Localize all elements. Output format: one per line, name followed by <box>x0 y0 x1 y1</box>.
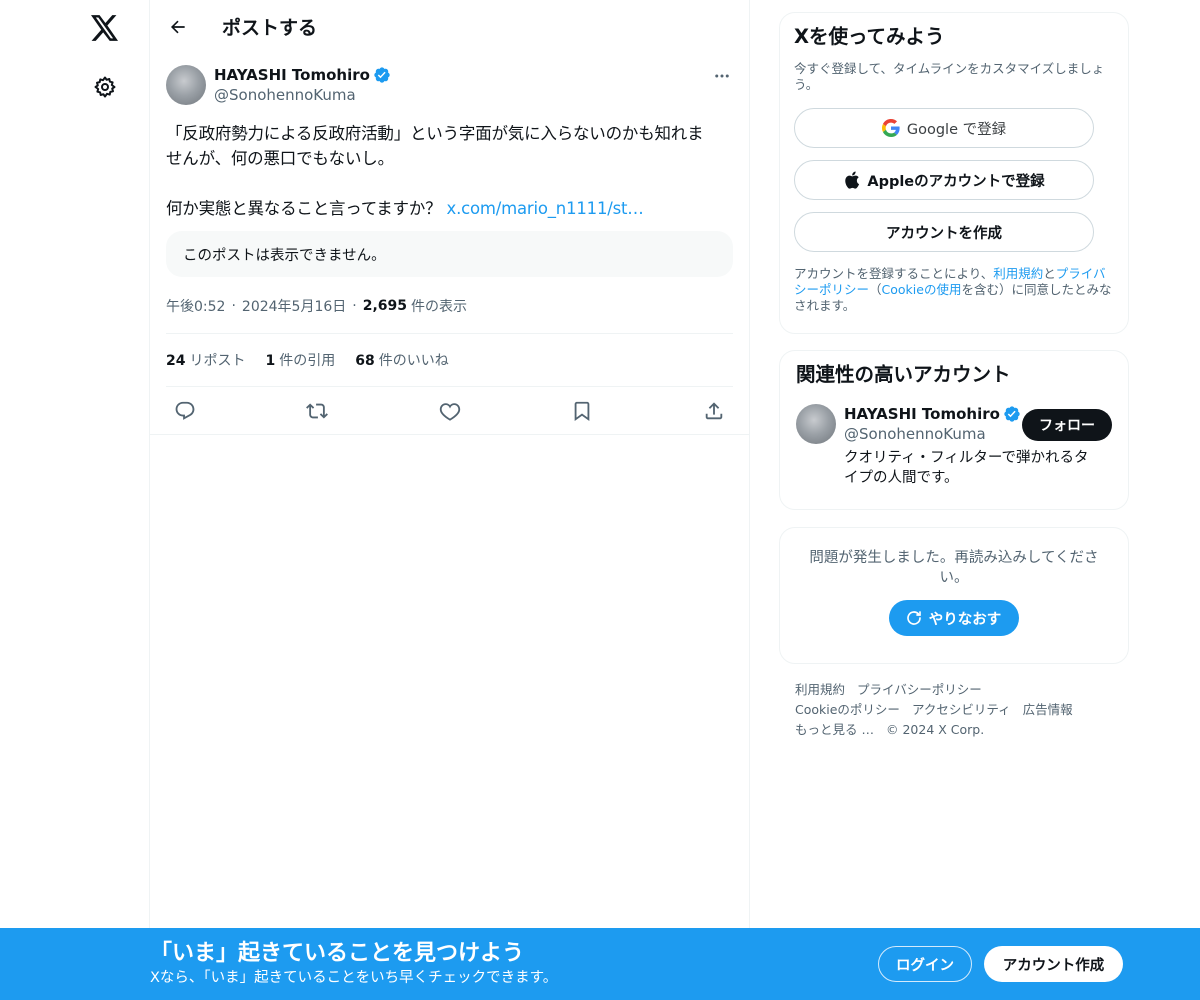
quotes-count: 1 <box>265 353 276 369</box>
author-handle[interactable]: @SonohennoKuma <box>214 85 391 105</box>
likes-count: 68 <box>355 353 375 369</box>
share-button[interactable] <box>699 396 729 426</box>
google-brand: Google <box>906 121 959 138</box>
footer-link-accessibility[interactable]: アクセシビリティ <box>912 702 1011 717</box>
avatar[interactable] <box>796 404 836 444</box>
footer-link-ads[interactable]: 広告情報 <box>1023 702 1073 717</box>
post-time[interactable]: 午後0:52 <box>166 296 225 316</box>
post-text-line: せんが、何の悪口でもないし。 <box>166 149 394 168</box>
apple-icon <box>845 171 860 189</box>
page-title: ポストする <box>222 17 318 39</box>
terms-pre: アカウントを登録することにより、 <box>794 266 994 281</box>
like-button[interactable] <box>435 396 465 426</box>
reposts-stat[interactable]: 24 リポスト <box>166 350 245 370</box>
post-date[interactable]: 2024年5月16日 <box>242 296 346 316</box>
views-count: 2,695 <box>362 298 408 314</box>
signup-title: Xを使ってみよう <box>794 25 945 48</box>
share-icon <box>705 401 723 419</box>
footer-link-privacy[interactable]: プライバシーポリシー <box>857 682 982 697</box>
post-meta: 午後0:52 · 2024年5月16日 · 2,695 件の表示 <box>166 291 733 321</box>
quotes-label: 件の引用 <box>279 353 336 369</box>
post-stats: 24 リポスト 1 件の引用 68 件のいいね <box>166 333 733 387</box>
x-logo-link[interactable] <box>80 3 130 53</box>
login-prompt-bar: 「いま」起きていることを見つけよう Xなら、「いま」起きていることをいち早くチェ… <box>0 928 1200 1000</box>
page-header: ポストする <box>150 0 749 53</box>
google-suffix: で登録 <box>958 121 1007 138</box>
login-button[interactable]: ログイン <box>878 946 972 982</box>
bookmark-icon <box>574 401 590 421</box>
footer-link-more[interactable]: もっと見る … <box>795 722 874 737</box>
more-button[interactable] <box>711 65 733 87</box>
footer-links: 利用規約 プライバシーポリシー Cookieのポリシー アクセシビリティ 広告情報 も… <box>779 680 1129 740</box>
post-text: 「反政府勢力による反政府活動」という字面が気に入らないのかも知れま せんが、何の… <box>166 121 733 221</box>
bottom-bar-title: 「いま」起きていることを見つけよう <box>150 941 525 966</box>
post: HAYASHI Tomohiro @SonohennoKuma 「反政府勢力によ… <box>150 53 749 435</box>
reply-button[interactable] <box>170 396 200 426</box>
copyright: © 2024 X Corp. <box>885 722 985 737</box>
related-bio: クオリティ・フィルターで弾かれるタイプの人間です。 <box>844 450 1089 486</box>
footer-link-cookie[interactable]: Cookieのポリシー <box>795 702 900 717</box>
footer-link-terms[interactable]: 利用規約 <box>795 682 845 697</box>
likes-stat[interactable]: 68 件のいいね <box>355 350 448 370</box>
related-accounts-card: 関連性の高いアカウント HAYASHI Tomohiro @SonohennoK… <box>779 350 1129 510</box>
related-account-row[interactable]: HAYASHI Tomohiro @SonohennoKuma クオリティ・フィ… <box>796 404 1112 488</box>
terms-text: アカウントを登録することにより、利用規約とプライバシーポリシー（Cookieの使… <box>794 266 1114 314</box>
bookmark-button[interactable] <box>567 396 597 426</box>
reposts-label: リポスト <box>189 353 246 369</box>
author-name[interactable]: HAYASHI Tomohiro <box>214 65 370 85</box>
repost-button[interactable] <box>302 396 332 426</box>
main-column: ポストする HAYASHI Tomohiro @SonohennoKuma 「反… <box>149 0 750 930</box>
retry-button[interactable]: やりなおす <box>888 600 1020 636</box>
error-message: 問題が発生しました。再読み込みしてください。 <box>809 550 1099 586</box>
separator: · <box>352 298 357 314</box>
bottom-bar-subtitle: Xなら、「いま」起きていることをいち早くチェックできます。 <box>150 970 558 986</box>
left-nav <box>0 0 150 1000</box>
reposts-count: 24 <box>166 353 186 369</box>
verified-badge-icon <box>1003 405 1021 423</box>
separator: · <box>231 298 236 314</box>
apple-signup-button[interactable]: Appleのアカウントで登録 <box>794 160 1094 200</box>
post-link[interactable]: x.com/mario_n1111/st… <box>447 199 644 218</box>
terms-link[interactable]: 利用規約 <box>993 266 1043 281</box>
quotes-stat[interactable]: 1 件の引用 <box>265 350 335 370</box>
signup-button[interactable]: アカウント作成 <box>984 946 1123 982</box>
google-signup-button[interactable]: Google で登録 <box>794 108 1094 148</box>
error-card: 問題が発生しました。再読み込みしてください。 やりなおす <box>779 527 1129 664</box>
avatar[interactable] <box>166 65 206 105</box>
back-arrow-icon <box>170 20 185 33</box>
refresh-icon <box>906 611 921 625</box>
settings-link[interactable] <box>80 62 130 112</box>
retry-label: やりなおす <box>928 611 1002 628</box>
x-logo-icon <box>91 15 119 41</box>
verified-badge-icon <box>373 66 391 84</box>
reply-icon <box>175 401 195 420</box>
post-text-line: 何か実態と異なること言ってますか？ <box>166 199 447 218</box>
follow-button[interactable]: フォロー <box>1022 409 1112 441</box>
signup-subtitle: 今すぐ登録して、タイムラインをカスタマイズしましょう。 <box>794 61 1105 92</box>
gear-icon <box>94 76 116 98</box>
likes-label: 件のいいね <box>378 353 449 369</box>
like-icon <box>439 402 460 421</box>
create-account-button[interactable]: アカウントを作成 <box>794 212 1094 252</box>
related-name[interactable]: HAYASHI Tomohiro <box>844 404 1000 424</box>
apple-signup-label: Appleのアカウントで登録 <box>867 173 1045 190</box>
terms-and: と <box>1043 266 1056 281</box>
back-button[interactable] <box>162 11 194 43</box>
related-title: 関連性の高いアカウント <box>796 363 1011 386</box>
google-icon <box>881 119 900 137</box>
post-actions <box>150 387 749 435</box>
views-label: 件の表示 <box>411 299 468 315</box>
signup-card: Xを使ってみよう 今すぐ登録して、タイムラインをカスタマイズしましょう。 Goo… <box>779 12 1129 334</box>
post-author: HAYASHI Tomohiro @SonohennoKuma <box>166 65 733 113</box>
terms-paren: （ <box>869 282 882 297</box>
quoted-post-unavailable: このポストは表示できません。 <box>166 231 733 277</box>
post-text-line: 「反政府勢力による反政府活動」という字面が気に入らないのかも知れま <box>166 124 704 143</box>
more-icon <box>715 74 729 78</box>
repost-icon <box>306 403 329 418</box>
cookie-link[interactable]: Cookieの使用 <box>882 282 962 297</box>
